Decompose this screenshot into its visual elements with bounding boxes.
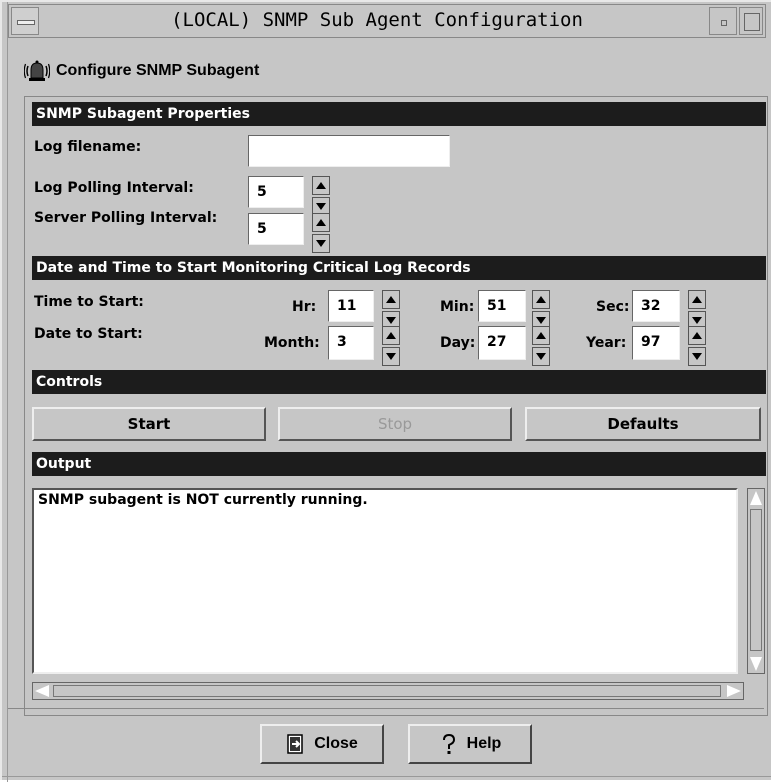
properties-header: SNMP Subagent Properties: [32, 102, 766, 126]
date-to-start-label: Date to Start:: [34, 326, 143, 342]
scroll-up-arrow-icon[interactable]: [750, 491, 762, 505]
year-spinner[interactable]: [688, 326, 706, 366]
month-label: Month:: [264, 335, 320, 351]
help-button[interactable]: Help: [408, 724, 532, 764]
hour-input[interactable]: 11: [328, 290, 374, 322]
help-button-label: Help: [466, 735, 502, 752]
controls-header: Controls: [32, 370, 766, 394]
log-filename-label: Log filename:: [34, 139, 142, 155]
alarm-bell-icon: [24, 60, 50, 81]
increment-arrow-icon[interactable]: [382, 326, 400, 345]
minute-spinner[interactable]: [532, 290, 550, 330]
scrollbar-track[interactable]: [750, 509, 762, 651]
second-spinner[interactable]: [688, 290, 706, 330]
time-to-start-label: Time to Start:: [34, 294, 144, 310]
server-polling-input[interactable]: 5: [248, 213, 304, 245]
second-label: Sec:: [596, 299, 630, 315]
output-text-area[interactable]: SNMP subagent is NOT currently running.: [32, 488, 738, 674]
month-input[interactable]: 3: [328, 326, 374, 360]
year-label: Year:: [586, 335, 627, 351]
stop-button[interactable]: Stop: [278, 407, 512, 441]
scroll-left-arrow-icon[interactable]: [35, 685, 49, 697]
increment-arrow-icon[interactable]: [382, 290, 400, 309]
decrement-arrow-icon[interactable]: [688, 347, 706, 366]
close-button-label: Close: [314, 735, 358, 752]
minimize-button[interactable]: [709, 7, 737, 35]
window-bottom-border: [2, 776, 771, 782]
window-title: (LOCAL) SNMP Sub Agent Configuration: [171, 9, 583, 31]
scroll-down-arrow-icon[interactable]: [750, 657, 762, 671]
day-label: Day:: [440, 335, 476, 351]
log-filename-input[interactable]: [248, 135, 450, 167]
start-button[interactable]: Start: [32, 407, 266, 441]
server-polling-label: Server Polling Interval:: [34, 210, 218, 226]
dialog-heading-text: Configure SNMP Subagent: [56, 62, 260, 79]
defaults-button[interactable]: Defaults: [525, 407, 761, 441]
increment-arrow-icon[interactable]: [532, 326, 550, 345]
window-left-border: [2, 2, 8, 782]
divider: [8, 708, 764, 709]
hour-label: Hr:: [292, 299, 317, 315]
decrement-arrow-icon[interactable]: [532, 347, 550, 366]
day-input[interactable]: 27: [478, 326, 526, 360]
increment-arrow-icon[interactable]: [688, 326, 706, 345]
minute-label: Min:: [440, 299, 475, 315]
log-polling-spinner[interactable]: [312, 176, 330, 216]
day-spinner[interactable]: [532, 326, 550, 366]
increment-arrow-icon[interactable]: [688, 290, 706, 309]
dialog-heading: Configure SNMP Subagent: [24, 58, 259, 84]
hour-spinner[interactable]: [382, 290, 400, 330]
output-vertical-scrollbar[interactable]: [747, 488, 765, 674]
increment-arrow-icon[interactable]: [312, 176, 330, 195]
system-menu-button[interactable]: [11, 7, 39, 35]
minute-input[interactable]: 51: [478, 290, 526, 322]
log-polling-input[interactable]: 5: [248, 176, 304, 208]
decrement-arrow-icon[interactable]: [312, 234, 330, 253]
scrollbar-track[interactable]: [53, 685, 721, 697]
log-polling-label: Log Polling Interval:: [34, 180, 194, 196]
title-bar[interactable]: (LOCAL) SNMP Sub Agent Configuration: [8, 4, 766, 38]
question-mark-icon: [442, 733, 455, 754]
year-input[interactable]: 97: [632, 326, 680, 360]
increment-arrow-icon[interactable]: [532, 290, 550, 309]
scroll-right-arrow-icon[interactable]: [727, 685, 741, 697]
close-button[interactable]: Close: [260, 724, 384, 764]
exit-door-icon: [287, 734, 303, 754]
window: (LOCAL) SNMP Sub Agent Configuration Con…: [0, 0, 771, 782]
schedule-header: Date and Time to Start Monitoring Critic…: [32, 256, 766, 280]
month-spinner[interactable]: [382, 326, 400, 366]
maximize-button[interactable]: [739, 7, 763, 35]
increment-arrow-icon[interactable]: [312, 213, 330, 232]
output-header: Output: [32, 452, 766, 476]
decrement-arrow-icon[interactable]: [382, 347, 400, 366]
server-polling-spinner[interactable]: [312, 213, 330, 253]
output-horizontal-scrollbar[interactable]: [32, 682, 744, 700]
second-input[interactable]: 32: [632, 290, 680, 322]
